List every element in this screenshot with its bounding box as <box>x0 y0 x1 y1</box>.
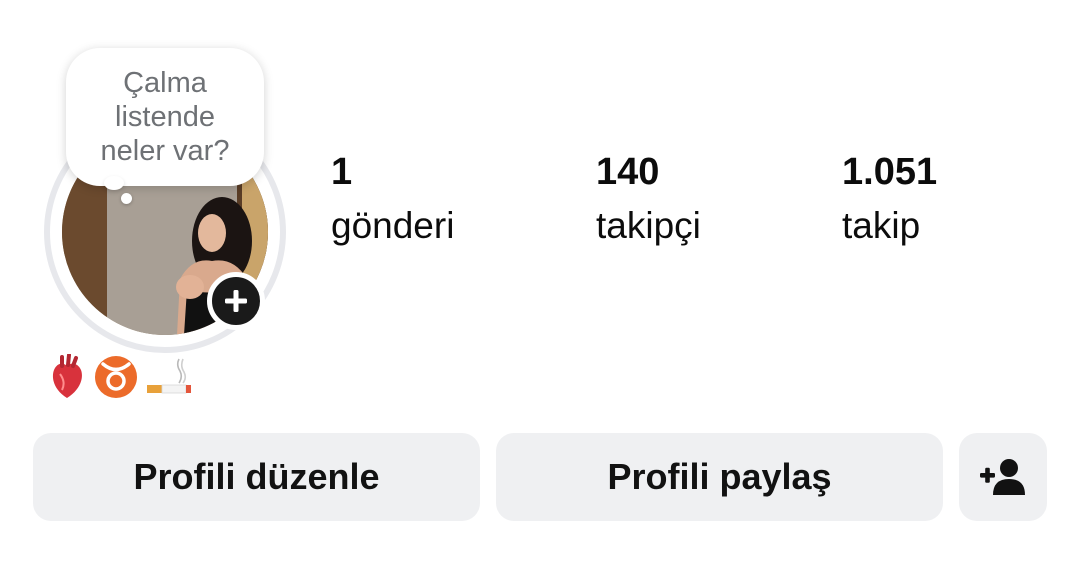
stat-followers[interactable]: 140 takipçi <box>596 150 701 248</box>
discover-people-button[interactable] <box>959 433 1047 521</box>
bio <box>48 352 192 402</box>
stat-following[interactable]: 1.051 takip <box>842 150 937 248</box>
note-bubble-tail-dot <box>121 193 132 204</box>
note-bubble[interactable]: Çalma listende neler var? <box>66 48 264 186</box>
stat-posts[interactable]: 1 gönderi <box>331 150 454 248</box>
cigarette-icon <box>147 358 191 394</box>
share-profile-button[interactable]: Profili paylaş <box>496 433 943 521</box>
stat-following-label: takip <box>842 205 921 246</box>
add-person-icon <box>980 459 1025 495</box>
note-text: Çalma listende neler var? <box>100 67 230 167</box>
stat-following-count: 1.051 <box>842 151 938 193</box>
stat-posts-label: gönderi <box>331 205 455 246</box>
add-story-button[interactable] <box>207 272 265 330</box>
stat-followers-label: takipçi <box>596 205 701 246</box>
anatomical-heart-icon <box>52 354 82 398</box>
stat-posts-count: 1 <box>331 151 353 193</box>
note-bubble-tail <box>104 176 124 190</box>
stat-followers-count: 140 <box>596 151 660 193</box>
taurus-sign-icon <box>95 356 137 398</box>
edit-profile-button[interactable]: Profili düzenle <box>33 433 480 521</box>
plus-icon <box>225 290 247 312</box>
